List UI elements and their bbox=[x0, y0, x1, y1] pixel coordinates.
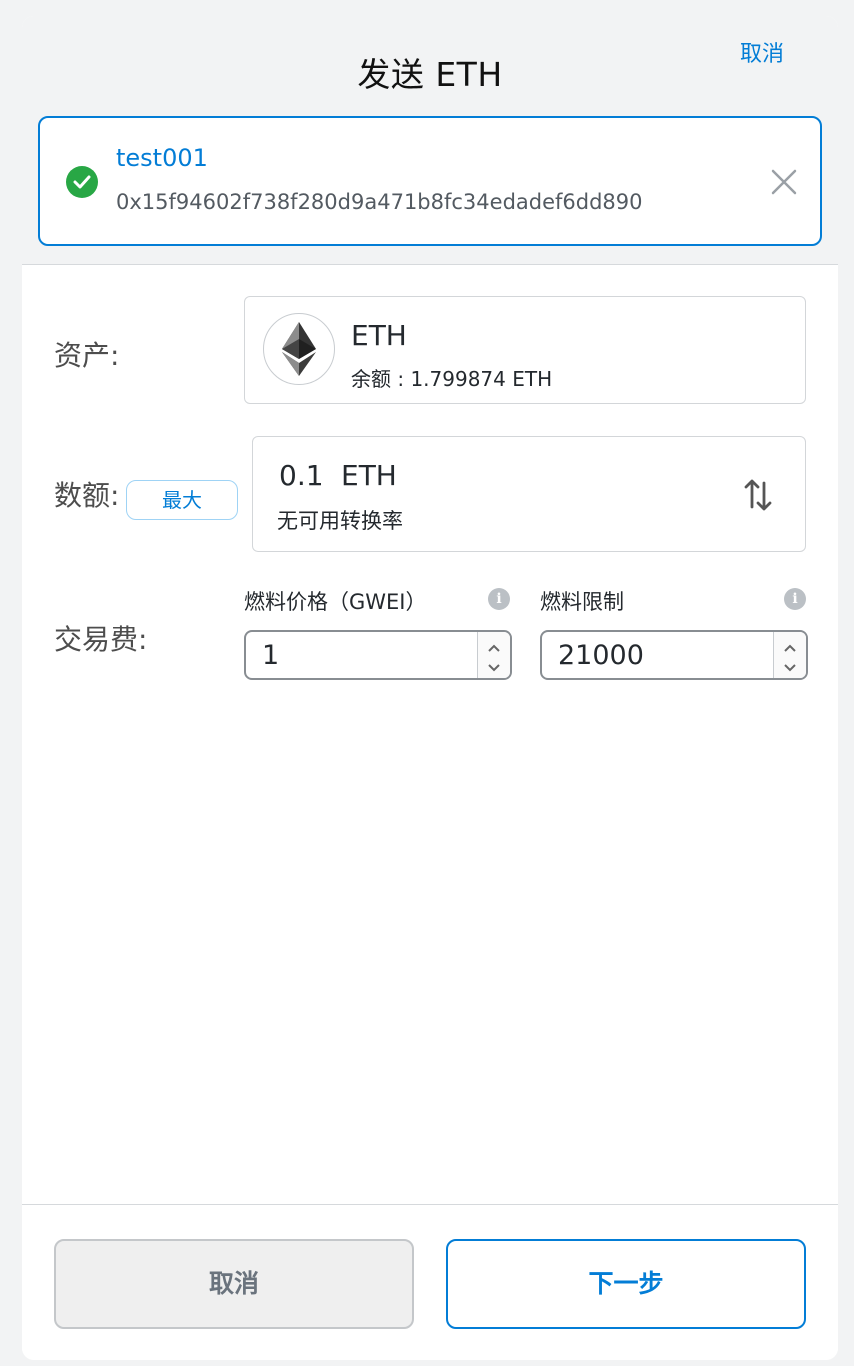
asset-symbol: ETH bbox=[351, 319, 407, 352]
gas-price-input[interactable]: 1 bbox=[244, 630, 512, 680]
gas-limit-value: 21000 bbox=[558, 640, 644, 671]
info-icon[interactable]: i bbox=[488, 588, 510, 610]
chevron-down-icon[interactable] bbox=[486, 659, 502, 672]
asset-label: 资产: bbox=[54, 339, 120, 372]
asset-selector[interactable]: ETH 余额 : 1.799874 ETH bbox=[244, 296, 806, 404]
chevron-down-icon[interactable] bbox=[782, 659, 798, 672]
page-title: 发送 ETH bbox=[357, 55, 503, 94]
fee-label: 交易费: bbox=[54, 623, 148, 656]
info-icon[interactable]: i bbox=[784, 588, 806, 610]
amount-input[interactable]: 0.1 ETH 无可用转换率 bbox=[252, 436, 806, 552]
chevron-up-icon[interactable] bbox=[486, 639, 502, 652]
gas-limit-stepper[interactable] bbox=[773, 632, 806, 678]
header-cancel-link[interactable]: 取消 bbox=[738, 40, 786, 70]
gas-price-stepper[interactable] bbox=[477, 632, 510, 678]
modal-header: 发送 ETH 取消 test001 0x15f94602f738f280d9a4… bbox=[22, 16, 838, 265]
gas-price-label: 燃料价格（GWEI） bbox=[244, 590, 427, 614]
amount-value: 0.1 bbox=[279, 459, 324, 492]
next-button[interactable]: 下一步 bbox=[446, 1239, 806, 1329]
asset-balance: 余额 : 1.799874 ETH bbox=[351, 367, 553, 391]
ethereum-icon bbox=[263, 313, 335, 385]
send-modal: 发送 ETH 取消 test001 0x15f94602f738f280d9a4… bbox=[22, 16, 838, 1360]
close-icon[interactable] bbox=[768, 166, 800, 198]
recipient-address: 0x15f94602f738f280d9a471b8fc34edadef6dd8… bbox=[116, 190, 643, 214]
amount-label: 数额: bbox=[54, 479, 120, 512]
recipient-card[interactable]: test001 0x15f94602f738f280d9a471b8fc34ed… bbox=[38, 116, 822, 246]
swap-icon[interactable] bbox=[743, 477, 773, 513]
modal-footer: 取消 下一步 bbox=[22, 1204, 838, 1360]
max-button[interactable]: 最大 bbox=[126, 480, 238, 520]
amount-unit: ETH bbox=[341, 459, 397, 492]
chevron-up-icon[interactable] bbox=[782, 639, 798, 652]
cancel-button[interactable]: 取消 bbox=[54, 1239, 414, 1329]
gas-price-value: 1 bbox=[262, 640, 280, 671]
gas-limit-input[interactable]: 21000 bbox=[540, 630, 808, 680]
check-circle-icon bbox=[66, 166, 98, 198]
conversion-text: 无可用转换率 bbox=[277, 509, 403, 533]
gas-limit-label: 燃料限制 bbox=[540, 590, 624, 614]
recipient-name: test001 bbox=[116, 144, 208, 172]
